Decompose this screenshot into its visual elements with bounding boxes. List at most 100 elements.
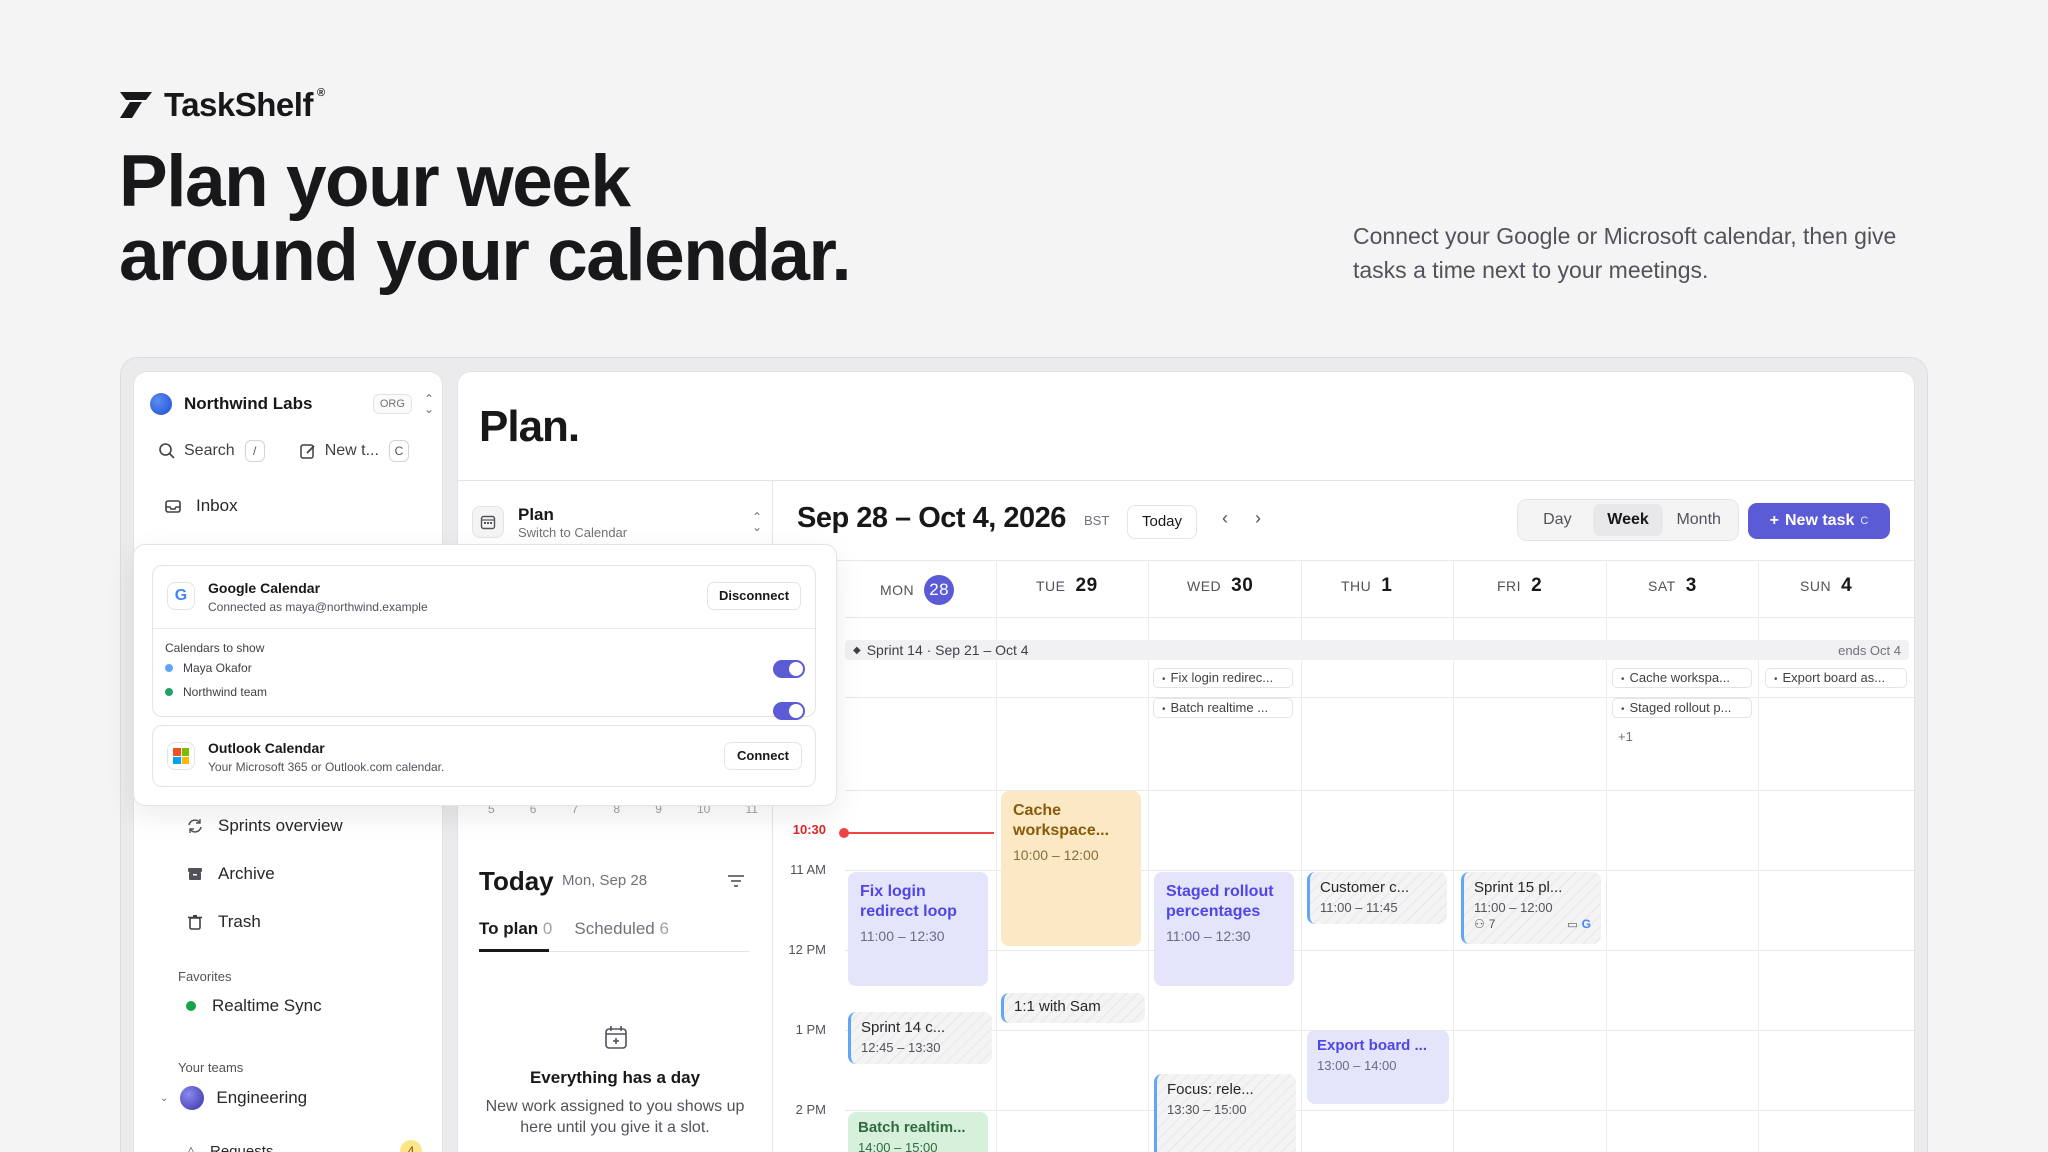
search-shortcut: /: [244, 440, 265, 462]
org-name: Northwind Labs: [184, 394, 313, 413]
today-button[interactable]: Today: [1127, 505, 1197, 539]
calendar-event[interactable]: Fix login redirect loop 11:00 – 12:30: [848, 872, 988, 986]
tab-label: To plan: [479, 919, 539, 938]
sidebar-item-engineering[interactable]: ⌄ Engineering: [160, 1086, 307, 1110]
event-title: Sprint 14 c...: [861, 1019, 946, 1036]
search-button[interactable]: Search /: [158, 440, 265, 462]
sidebar-item-archive[interactable]: Archive: [186, 864, 275, 884]
day-header-fri[interactable]: FRI 2: [1497, 575, 1542, 597]
day-number: 29: [1075, 575, 1098, 596]
divider: [845, 697, 1914, 698]
allday-task-chip[interactable]: Fix login redirec...: [1153, 668, 1293, 688]
view-month-button[interactable]: Month: [1663, 504, 1734, 536]
triangle-icon: △: [186, 1143, 196, 1152]
sidebar-item-sprints[interactable]: Sprints overview: [186, 816, 343, 836]
calendar-event[interactable]: Cache workspace... 10:00 – 12:00: [1001, 791, 1141, 946]
diamond-icon: ◆: [853, 644, 861, 656]
calendar-event[interactable]: Sprint 14 c... 12:45 – 13:30: [848, 1012, 992, 1064]
calendar-event[interactable]: Customer c... 11:00 – 11:45: [1307, 872, 1447, 924]
day-header-thu[interactable]: THU 1: [1341, 575, 1392, 597]
day-header-sat[interactable]: SAT 3: [1648, 575, 1697, 597]
calendar-event[interactable]: Focus: rele... 13:30 – 15:00: [1154, 1074, 1296, 1152]
day-name: SAT: [1648, 578, 1676, 594]
allday-task-chip[interactable]: Staged rollout p...: [1612, 698, 1752, 718]
divider: [458, 480, 1914, 481]
chevron-down-icon: ⌄: [160, 1092, 169, 1104]
calendar-toggle[interactable]: [773, 660, 805, 678]
event-title: Sprint 15 pl...: [1474, 879, 1563, 896]
plan-switch-subtitle: Switch to Calendar: [518, 524, 628, 540]
calendar-event[interactable]: Sprint 15 pl... 11:00 – 12:00 ⚇ 7 ▭ G: [1461, 872, 1601, 944]
connect-button[interactable]: Connect: [724, 742, 802, 770]
google-title: Google Calendar: [208, 580, 321, 596]
sidebar-item-requests[interactable]: △ Requests 4: [186, 1140, 422, 1152]
sidebar-item-label: Requests: [210, 1142, 274, 1152]
hero-subtitle: Connect your Google or Microsoft calenda…: [1353, 223, 1897, 283]
inbox-icon: [165, 500, 181, 513]
view-switcher: Day Week Month: [1517, 499, 1739, 541]
sidebar-item-label: Engineering: [216, 1088, 308, 1107]
event-title: Cache workspace...: [1013, 802, 1110, 839]
new-task-sidebar-button[interactable]: New t... C: [299, 440, 409, 462]
team-avatar: [180, 1086, 205, 1110]
new-task-label: New task: [1785, 512, 1855, 529]
day-number: 1: [1381, 575, 1393, 596]
disconnect-button[interactable]: Disconnect: [707, 582, 801, 610]
calendar-toggle[interactable]: [773, 702, 805, 720]
teams-heading: Your teams: [178, 1060, 244, 1075]
event-time: 11:00 – 12:30: [860, 928, 945, 944]
video-call-icon[interactable]: ▭: [1567, 918, 1577, 931]
calendar-visibility-row: Northwind team: [165, 685, 267, 699]
event-time: 13:00 – 14:00: [1317, 1058, 1397, 1073]
sidebar-item-trash[interactable]: Trash: [186, 912, 261, 932]
day-header-tue[interactable]: TUE 29: [1036, 575, 1098, 597]
tab-count: 0: [542, 919, 553, 938]
calendar-add-icon: [605, 1026, 627, 1049]
calendar-name: Northwind team: [183, 685, 268, 699]
calendar-event[interactable]: Batch realtim... 14:00 – 15:00: [848, 1112, 988, 1152]
event-time: 13:30 – 15:00: [1167, 1102, 1247, 1117]
event-time: 11:00 – 12:00: [1474, 900, 1553, 915]
day-header-sun[interactable]: SUN 4: [1800, 575, 1852, 597]
brand-logo: TaskShelf ®: [120, 86, 333, 124]
day-header-wed[interactable]: WED 30: [1187, 575, 1253, 597]
org-switcher[interactable]: Northwind Labs ORG ⌃ ⌄: [150, 384, 434, 424]
now-indicator-line: [844, 832, 994, 834]
allday-task-chip[interactable]: Cache workspa...: [1612, 668, 1752, 688]
empty-state-title: Everything has a day: [529, 1068, 701, 1087]
outlook-calendar-card: Outlook Calendar Your Microsoft 365 or O…: [152, 725, 816, 787]
prev-week-chevron-left-icon[interactable]: ‹: [1222, 508, 1228, 529]
tab-scheduled[interactable]: Scheduled 6: [574, 919, 669, 939]
calendar-event[interactable]: Staged rollout percentages 11:00 – 12:30: [1154, 872, 1294, 986]
new-task-button[interactable]: + New task C: [1748, 503, 1890, 539]
tab-to-plan[interactable]: To plan 0: [479, 919, 552, 939]
tab-count: 6: [659, 919, 669, 938]
google-subtitle: Connected as maya@northwind.example: [208, 600, 428, 614]
day-name: WED: [1187, 578, 1222, 594]
day-header-mon[interactable]: MON 28: [880, 575, 955, 605]
timezone-label: BST: [1084, 513, 1110, 528]
edit-icon: [299, 444, 315, 459]
calendar-event[interactable]: 1:1 with Sam: [1001, 993, 1145, 1023]
sprint-bar[interactable]: ◆ Sprint 14 · Sep 21 – Oct 4 ends Oct 4: [845, 640, 1909, 660]
time-label: 12 PM: [788, 942, 826, 957]
sidebar-item-label: Realtime Sync: [212, 996, 322, 1015]
day-number-today: 28: [924, 575, 955, 605]
plan-calendar-switch[interactable]: Plan Switch to Calendar ⌃ ⌄: [472, 500, 762, 544]
allday-task-chip[interactable]: Batch realtime ...: [1153, 698, 1293, 718]
sidebar-item-realtime-sync[interactable]: Realtime Sync: [178, 996, 322, 1016]
event-title: Fix login redirect loop: [860, 883, 957, 920]
day-name: THU: [1341, 578, 1372, 594]
filter-icon[interactable]: [727, 874, 745, 888]
more-tasks-link[interactable]: +1: [1618, 729, 1633, 744]
event-title: Batch realtim...: [858, 1119, 966, 1136]
next-week-chevron-right-icon[interactable]: ›: [1255, 508, 1261, 529]
allday-task-chip[interactable]: Export board as...: [1765, 668, 1907, 688]
sidebar-item-inbox[interactable]: Inbox: [164, 496, 238, 516]
view-day-button[interactable]: Day: [1522, 504, 1593, 536]
now-time-label: 10:30: [792, 822, 826, 837]
view-week-button[interactable]: Week: [1592, 504, 1664, 536]
calendar-event[interactable]: Export board ... 13:00 – 14:00: [1307, 1030, 1449, 1104]
now-indicator-dot: [839, 828, 849, 838]
plan-switch-title: Plan: [518, 504, 554, 524]
